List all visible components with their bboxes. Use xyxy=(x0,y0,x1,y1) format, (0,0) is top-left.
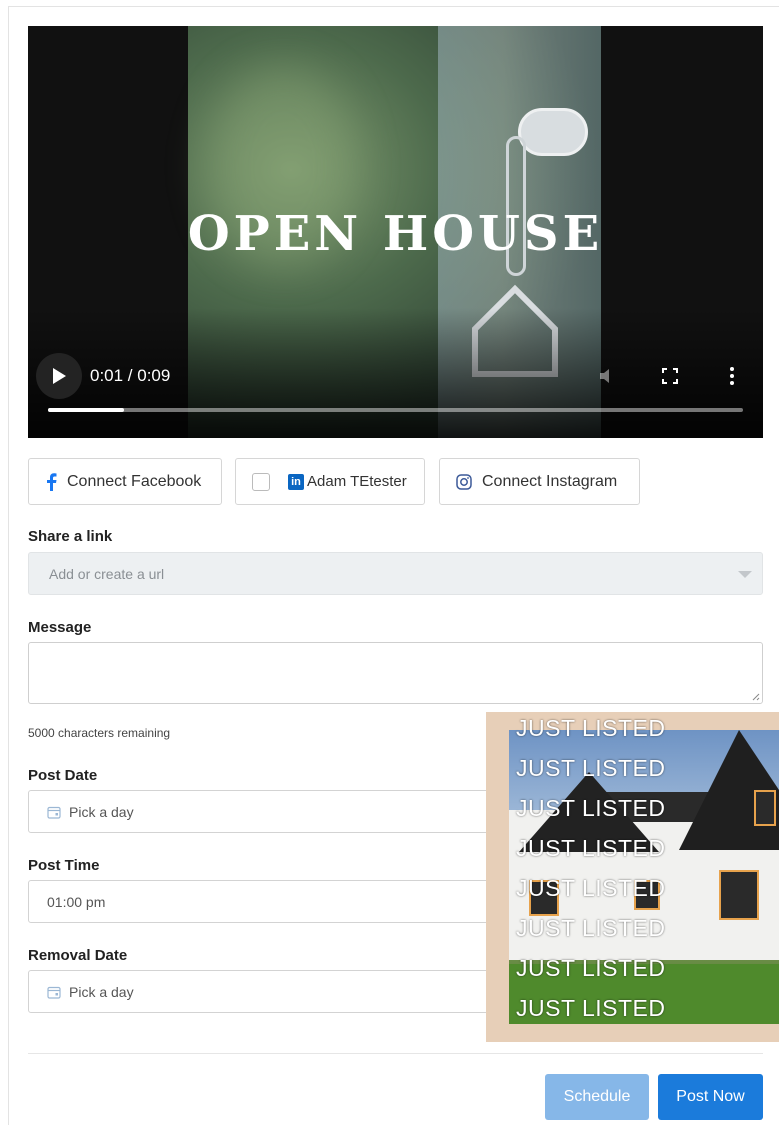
fullscreen-icon[interactable] xyxy=(658,364,682,388)
video-progress-fill xyxy=(48,408,125,412)
just-listed-text: JUST LISTED xyxy=(516,795,666,821)
resize-handle-icon[interactable] xyxy=(750,691,760,701)
volume-icon[interactable] xyxy=(596,364,620,388)
post-date-placeholder: Pick a day xyxy=(69,803,134,820)
instagram-icon xyxy=(456,473,472,490)
calendar-icon xyxy=(47,985,61,999)
just-listed-text: JUST LISTED xyxy=(516,995,666,1021)
just-listed-text: JUST LISTED xyxy=(516,875,666,901)
post-time-label: Post Time xyxy=(28,857,100,874)
video-time: 0:01 / 0:09 xyxy=(90,366,171,385)
post-now-button[interactable]: Post Now xyxy=(658,1074,763,1120)
just-listed-text: JUST LISTED xyxy=(516,915,666,941)
just-listed-text: JUST LISTED xyxy=(516,715,666,741)
play-button[interactable] xyxy=(36,353,82,399)
more-options-icon[interactable] xyxy=(720,364,744,388)
removal-date-label: Removal Date xyxy=(28,947,128,964)
schedule-button[interactable]: Schedule xyxy=(545,1074,649,1120)
characters-remaining: 5000 characters remaining xyxy=(28,726,171,740)
message-label: Message xyxy=(28,619,92,636)
just-listed-text: JUST LISTED xyxy=(516,755,666,781)
just-listed-text: JUST LISTED xyxy=(516,955,666,981)
connect-facebook-label: Connect Facebook xyxy=(67,472,202,490)
footer-divider xyxy=(28,1053,763,1054)
share-link-placeholder: Add or create a url xyxy=(49,566,165,582)
removal-date-placeholder: Pick a day xyxy=(69,983,134,1000)
message-textarea[interactable] xyxy=(28,642,763,704)
connect-instagram-label: Connect Instagram xyxy=(482,472,618,490)
video-progress-bar[interactable] xyxy=(48,408,743,412)
linkedin-account-option[interactable]: in Adam TEtester xyxy=(235,458,425,505)
facebook-icon xyxy=(45,472,57,491)
calendar-icon xyxy=(47,805,61,819)
just-listed-text: JUST LISTED xyxy=(516,835,666,861)
chevron-down-icon xyxy=(738,571,752,578)
post-date-label: Post Date xyxy=(28,767,98,784)
video-player[interactable]: OPEN HOUSE 0:01 / 0:09 xyxy=(28,26,763,438)
linkedin-checkbox[interactable] xyxy=(252,472,270,491)
post-time-value: 01:00 pm xyxy=(47,893,106,910)
linkedin-account-label: Adam TEtester xyxy=(307,473,407,490)
video-title-text: OPEN HOUSE xyxy=(187,206,604,262)
share-link-select[interactable]: Add or create a url xyxy=(28,552,763,595)
just-listed-overlay-image: JUST LISTED JUST LISTED JUST LISTED JUST… xyxy=(486,712,779,1042)
key-graphic xyxy=(518,108,588,156)
connect-instagram-button[interactable]: Connect Instagram xyxy=(439,458,640,505)
share-link-label: Share a link xyxy=(28,528,113,545)
linkedin-icon: in xyxy=(288,473,304,490)
connect-facebook-button[interactable]: Connect Facebook xyxy=(28,458,222,505)
play-icon xyxy=(53,368,66,384)
